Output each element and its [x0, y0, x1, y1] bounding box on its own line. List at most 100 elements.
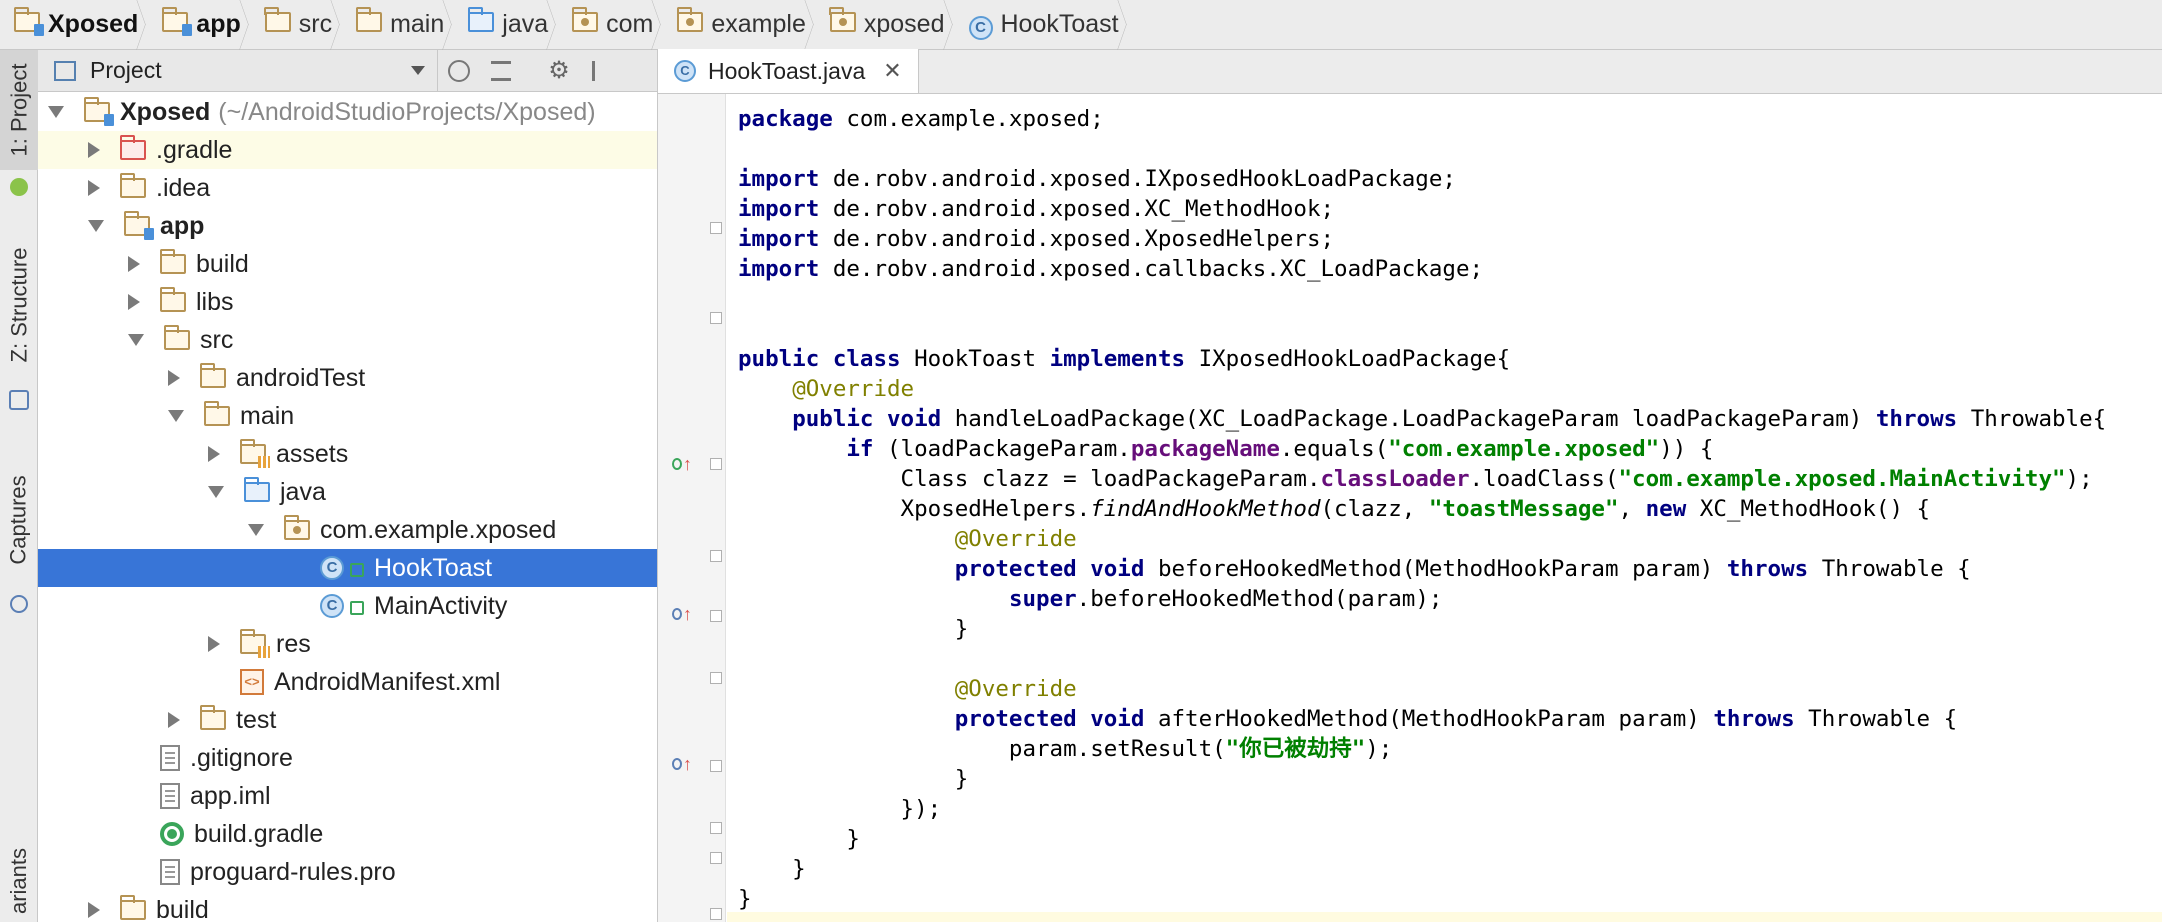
- tree-root[interactable]: Xposed (~/AndroidStudioProjects/Xposed): [38, 93, 657, 131]
- tree-item-mainactivity[interactable]: C MainActivity: [38, 587, 657, 625]
- code-token: packageName: [1130, 436, 1280, 462]
- folder-icon: [199, 705, 226, 730]
- code-token: }: [738, 886, 752, 912]
- fold-marker-icon[interactable]: [710, 312, 722, 324]
- expand-arrow-icon[interactable]: [48, 106, 64, 118]
- tree-item-app[interactable]: app: [38, 207, 657, 245]
- breadcrumb-item-app[interactable]: app: [148, 0, 250, 50]
- breadcrumb-item-example[interactable]: example: [663, 0, 816, 50]
- overrides-method-gutter-icon[interactable]: ↑: [672, 604, 692, 624]
- fold-marker-icon[interactable]: [710, 610, 722, 622]
- breadcrumb-label: app: [196, 10, 241, 38]
- tree-item-idea[interactable]: .idea: [38, 169, 657, 207]
- code-token: });: [738, 796, 942, 822]
- tree-item-build-gradle[interactable]: build.gradle: [38, 815, 657, 853]
- fold-marker-icon[interactable]: [710, 908, 722, 920]
- project-tool-tab[interactable]: 1: Project: [0, 50, 38, 170]
- tree-item-proguard-rules-pro[interactable]: proguard-rules.pro: [38, 853, 657, 891]
- expand-arrow-icon[interactable]: [128, 256, 140, 272]
- excluded-folder-icon: [119, 135, 146, 160]
- tree-item-main[interactable]: main: [38, 397, 657, 435]
- code-token: import: [738, 256, 820, 282]
- tree-item-hooktoast[interactable]: C HookToast: [38, 549, 657, 587]
- expand-arrow-icon[interactable]: [88, 902, 100, 918]
- fold-marker-icon[interactable]: [710, 852, 722, 864]
- collapse-arrow-icon[interactable]: [208, 486, 224, 498]
- source-folder-icon: [467, 7, 495, 39]
- collapse-all-button[interactable]: [480, 50, 522, 92]
- fold-marker-icon[interactable]: [710, 222, 722, 234]
- expand-arrow-icon[interactable]: [168, 712, 180, 728]
- code-token: );: [1365, 736, 1393, 762]
- collapse-arrow-icon[interactable]: [168, 410, 184, 422]
- expand-arrow-icon[interactable]: [208, 446, 220, 462]
- expand-arrow-icon[interactable]: [168, 370, 180, 386]
- tree-item-libs[interactable]: libs: [38, 283, 657, 321]
- code-token: Throwable {: [1808, 556, 1971, 582]
- fold-marker-icon[interactable]: [710, 458, 722, 470]
- fold-marker-icon[interactable]: [710, 822, 722, 834]
- code-token: }: [738, 616, 969, 642]
- tree-item-java[interactable]: java: [38, 473, 657, 511]
- breadcrumb-item-java[interactable]: java: [454, 0, 558, 50]
- expand-arrow-icon[interactable]: [88, 142, 100, 158]
- tree-item-gradle[interactable]: .gradle: [38, 131, 657, 169]
- code-token: .beforeHookedMethod(param);: [1076, 586, 1443, 612]
- tree-item-build[interactable]: build: [38, 245, 657, 283]
- expand-arrow-icon[interactable]: [128, 294, 140, 310]
- tree-item-app-iml[interactable]: app.iml: [38, 777, 657, 815]
- tree-item-com-example-xposed[interactable]: com.example.xposed: [38, 511, 657, 549]
- tree-item-androidmanifest-xml[interactable]: <> AndroidManifest.xml: [38, 663, 657, 701]
- captures-tool-tab[interactable]: Captures: [0, 450, 38, 590]
- class-icon: C: [320, 594, 364, 618]
- structure-tool-tab[interactable]: Z: Structure: [0, 220, 38, 390]
- breadcrumb-item-src[interactable]: src: [251, 0, 342, 50]
- overrides-method-gutter-icon[interactable]: ↑: [672, 754, 692, 774]
- code-token: handleLoadPackage(XC_LoadPackage.LoadPac…: [941, 406, 1876, 432]
- settings-button[interactable]: ⚙: [538, 50, 580, 92]
- code-token: afterHookedMethod(MethodHookParam param): [1144, 706, 1714, 732]
- code-token: HookToast: [900, 346, 1050, 372]
- tree-item-test[interactable]: test: [38, 701, 657, 739]
- project-view-selector[interactable]: Project: [38, 50, 438, 92]
- hide-panel-icon: [592, 60, 610, 81]
- code-line: @Override: [738, 374, 2106, 404]
- editor-tab-hooktoast[interactable]: C HookToast.java ✕: [658, 49, 919, 93]
- module-folder-icon: [13, 7, 44, 39]
- code-line: public class HookToast implements IXpose…: [738, 344, 2106, 374]
- fold-marker-icon[interactable]: [710, 760, 722, 772]
- tree-item-res[interactable]: res: [38, 625, 657, 663]
- code-token: de.robv.android.xposed.XC_MethodHook;: [819, 196, 1335, 222]
- tree-item-build[interactable]: build: [38, 891, 657, 922]
- collapse-arrow-icon[interactable]: [128, 334, 144, 346]
- code-line: XposedHelpers.findAndHookMethod(clazz, "…: [738, 494, 2106, 524]
- breadcrumb-item-xposed[interactable]: xposed: [816, 0, 955, 50]
- tree-item-gitignore[interactable]: .gitignore: [38, 739, 657, 777]
- collapse-arrow-icon[interactable]: [88, 220, 104, 232]
- hide-panel-button[interactable]: [580, 50, 622, 92]
- expand-arrow-icon[interactable]: [208, 636, 220, 652]
- expand-arrow-icon[interactable]: [88, 180, 100, 196]
- breadcrumb-item-main[interactable]: main: [342, 0, 454, 50]
- breadcrumb-item-hooktoast[interactable]: C HookToast: [955, 0, 1129, 50]
- scroll-from-source-button[interactable]: [438, 50, 480, 92]
- fold-marker-icon[interactable]: [710, 672, 722, 684]
- tree-item-assets[interactable]: assets: [38, 435, 657, 473]
- folder-icon: [119, 173, 146, 198]
- tree-item-src[interactable]: src: [38, 321, 657, 359]
- breadcrumb-item-xposed[interactable]: Xposed: [0, 0, 148, 50]
- fold-marker-icon[interactable]: [710, 550, 722, 562]
- tree-item-label: build.gradle: [194, 819, 324, 848]
- implements-method-gutter-icon[interactable]: ↑: [672, 454, 692, 474]
- collapse-arrow-icon[interactable]: [248, 524, 264, 536]
- code-text-area[interactable]: package com.example.xposed; import de.ro…: [738, 104, 2106, 914]
- tree-item-label: test: [236, 705, 277, 734]
- breadcrumb-item-com[interactable]: com: [558, 0, 663, 50]
- build-variants-tool-tab[interactable]: ariants: [0, 840, 38, 922]
- code-line: package com.example.xposed;: [738, 104, 2106, 134]
- tree-item-androidtest[interactable]: androidTest: [38, 359, 657, 397]
- close-icon[interactable]: ✕: [883, 58, 901, 84]
